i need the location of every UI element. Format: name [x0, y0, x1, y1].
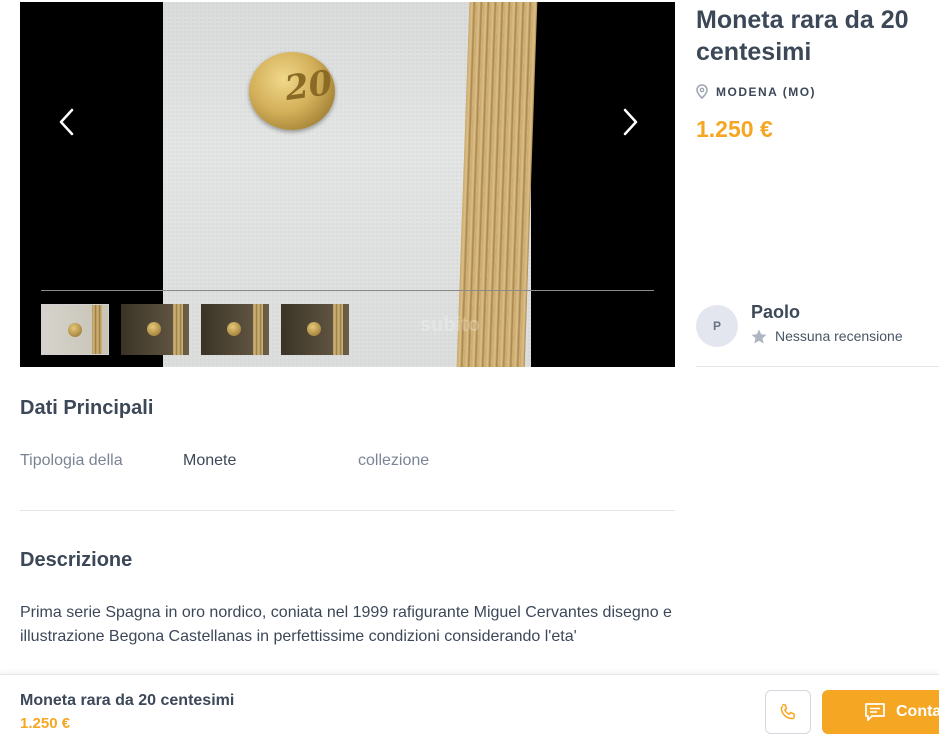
photo-coin: 20 — [249, 52, 335, 130]
avatar[interactable]: P — [696, 305, 738, 347]
bottom-bar-title: Moneta rara da 20 centesimi — [20, 692, 235, 709]
image-gallery[interactable]: 20 subito — [20, 2, 675, 367]
thumbnail-strip — [41, 304, 349, 355]
gallery-prev-button[interactable] — [47, 102, 87, 142]
location: MODENA (MO) — [696, 84, 816, 99]
watermark-logo: subito — [420, 314, 480, 336]
thumbnail[interactable] — [281, 304, 349, 355]
bottom-bar: Moneta rara da 20 centesimi 1.250 € Cont… — [0, 674, 939, 751]
chevron-left-icon — [59, 108, 74, 136]
seller-card[interactable]: P Paolo Nessuna recensione — [696, 300, 939, 367]
thumbnail[interactable] — [41, 304, 109, 355]
description-text: Prima serie Spagna in oro nordico, conia… — [20, 604, 672, 645]
listing-price: 1.250 € — [696, 116, 773, 142]
phone-icon — [780, 704, 795, 720]
description-heading: Descrizione — [20, 549, 133, 571]
star-icon — [751, 329, 767, 343]
call-button[interactable] — [765, 690, 811, 734]
thumbnail[interactable] — [201, 304, 269, 355]
reviews-text: Nessuna recensione — [775, 328, 903, 344]
location-pin-icon — [696, 84, 708, 99]
listing-title: Moneta rara da 20 centesimi — [696, 6, 909, 66]
thumbnail[interactable] — [121, 304, 189, 355]
chevron-right-icon — [623, 108, 638, 136]
seller-reviews: Nessuna recensione — [751, 328, 903, 344]
location-text: MODENA (MO) — [716, 84, 817, 99]
detail-value: Monete — [183, 452, 237, 469]
details-heading: Dati Principali — [20, 397, 154, 419]
chat-icon — [865, 703, 885, 721]
divider — [20, 510, 675, 511]
detail-extra: collezione — [358, 452, 430, 469]
gallery-next-button[interactable] — [610, 102, 650, 142]
seller-name[interactable]: Paolo — [751, 302, 800, 323]
gallery-progress-line — [41, 290, 654, 291]
detail-label: Tipologia della — [20, 452, 123, 469]
contact-button-label: Conta — [896, 703, 939, 720]
bottom-bar-price: 1.250 € — [20, 715, 71, 732]
contact-button[interactable]: Conta — [822, 690, 939, 734]
photo-straw-mat — [456, 2, 538, 367]
